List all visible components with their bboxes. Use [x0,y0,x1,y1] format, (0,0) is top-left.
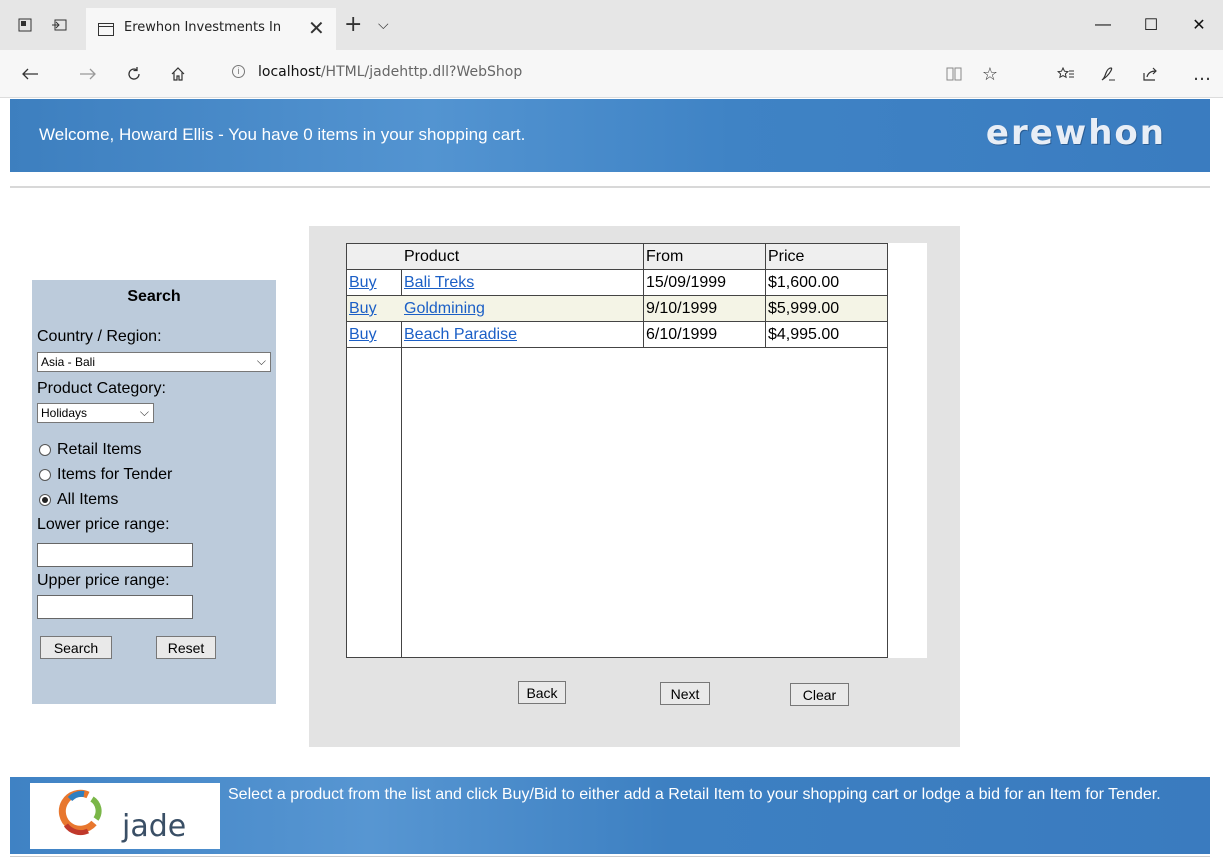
favorite-star-icon[interactable]: ☆ [976,60,1004,88]
lower-price-input[interactable] [37,543,193,567]
radio-tender-label: Items for Tender [57,466,173,483]
header-price: Price [768,248,805,265]
notes-icon[interactable] [1094,60,1122,88]
more-icon[interactable]: … [1188,60,1216,88]
row-price: $1,600.00 [768,274,840,291]
welcome-message: Welcome, Howard Ellis - You have 0 items… [39,125,526,144]
row-price: $5,999.00 [768,300,840,317]
home-icon[interactable] [164,60,192,88]
search-title: Search [127,288,181,305]
footer-divider [10,856,1210,857]
new-tab-button[interactable]: + [344,12,362,37]
header-product: Product [404,248,460,265]
header-divider [10,186,1210,188]
country-label: Country / Region: [37,328,162,345]
chevron-down-icon: ⌵ [256,354,266,368]
upper-price-label: Upper price range: [37,572,170,589]
header-banner: Welcome, Howard Ellis - You have 0 items… [10,99,1210,172]
country-select-value: Asia - Bali [41,355,96,369]
table-row: Buy Goldmining 9/10/1999 $5,999.00 [347,296,887,322]
jade-swirl-icon [58,789,102,836]
footer-message: Select a product from the list and click… [228,786,1161,803]
search-panel: Search Country / Region: Asia - Bali ⌵ P… [32,280,276,704]
table-header-row: Product From Price [347,244,887,270]
back-icon[interactable] [16,60,44,88]
browser-navbar: i localhost/HTML/jadehttp.dll?WebShop ☆ … [0,50,1223,98]
buy-link[interactable]: Buy [349,326,377,343]
refresh-icon[interactable] [120,60,148,88]
radio-all-items[interactable]: All Items [37,491,118,509]
product-link[interactable]: Goldmining [404,300,485,317]
browser-titlebar: Erewhon Investments In ✕ + ⌵ — ☐ ✕ [0,0,1223,50]
radio-retail-circle[interactable] [39,444,51,456]
header-action [347,244,401,270]
results-table: Product From Price Buy Bali Treks 15/09/… [346,243,888,658]
row-price: $4,995.00 [768,326,840,343]
category-label: Product Category: [37,380,166,397]
set-aside-tabs-icon[interactable] [14,14,36,36]
product-link[interactable]: Bali Treks [404,274,474,291]
address-bar[interactable]: i localhost/HTML/jadehttp.dll?WebShop [220,58,1000,88]
tab-title: Erewhon Investments In [124,20,282,35]
address-url: localhost/HTML/jadehttp.dll?WebShop [258,64,523,80]
country-select[interactable]: Asia - Bali ⌵ [37,352,271,372]
tab-erewhon[interactable]: Erewhon Investments In ✕ [86,8,336,50]
close-window-button[interactable]: ✕ [1176,10,1222,40]
site-info-icon[interactable]: i [232,65,245,78]
product-link[interactable]: Beach Paradise [404,326,517,343]
row-from: 15/09/1999 [646,274,727,291]
radio-all-circle[interactable] [39,494,51,506]
footer-banner: jade Select a product from the list and … [10,777,1210,854]
table-row: Buy Beach Paradise 6/10/1999 $4,995.00 [347,322,887,348]
show-tabs-icon[interactable] [48,14,70,36]
category-select-value: Holidays [41,406,88,420]
radio-all-label: All Items [57,491,119,508]
upper-price-input[interactable] [37,595,193,619]
buy-link[interactable]: Buy [349,274,377,291]
lower-price-label: Lower price range: [37,516,170,533]
jade-logo-text: jade [122,809,187,844]
web-page: Welcome, Howard Ellis - You have 0 items… [0,99,1211,868]
reading-view-icon[interactable] [940,60,968,88]
radio-tender-circle[interactable] [39,469,51,481]
radio-items-for-tender[interactable]: Items for Tender [37,466,172,484]
page-icon [98,23,114,36]
row-from: 6/10/1999 [646,326,718,343]
clear-button[interactable]: Clear [790,683,849,706]
radio-retail-items[interactable]: Retail Items [37,441,141,459]
row-from: 9/10/1999 [646,300,718,317]
next-button[interactable]: Next [660,682,710,705]
results-table-area: Product From Price Buy Bali Treks 15/09/… [346,243,927,658]
erewhon-logo: erewhon [985,113,1166,153]
chevron-down-icon: ⌵ [139,405,149,419]
page-scrollbar[interactable] [1211,99,1223,868]
maximize-button[interactable]: ☐ [1128,10,1174,40]
minimize-button[interactable]: — [1080,10,1126,40]
radio-retail-label: Retail Items [57,441,142,458]
results-panel: Product From Price Buy Bali Treks 15/09/… [309,226,960,747]
share-icon[interactable] [1136,60,1164,88]
tab-close-icon[interactable]: ✕ [308,16,325,41]
table-row: Buy Bali Treks 15/09/1999 $1,600.00 [347,270,887,296]
category-select[interactable]: Holidays ⌵ [37,403,154,423]
search-button[interactable]: Search [40,636,112,659]
forward-icon[interactable] [74,60,102,88]
reset-button[interactable]: Reset [156,636,216,659]
favorites-hub-icon[interactable] [1052,60,1080,88]
jade-logo: jade [30,783,220,849]
buy-link[interactable]: Buy [349,300,377,317]
back-button[interactable]: Back [518,681,566,704]
header-from: From [646,248,684,265]
tab-list-chevron-icon[interactable]: ⌵ [378,16,389,33]
